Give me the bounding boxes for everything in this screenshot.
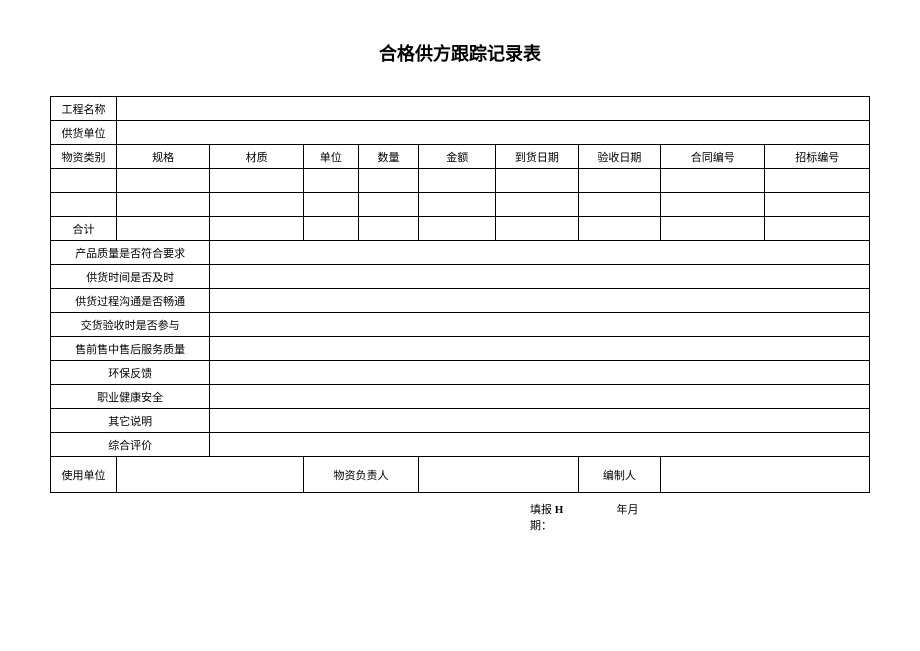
table-cell — [765, 217, 870, 241]
table-cell — [51, 169, 117, 193]
fill-label-2: 期： — [530, 517, 552, 533]
supplier-label: 供货单位 — [51, 121, 117, 145]
bid-no-label: 招标编号 — [765, 145, 870, 169]
fill-date-line: 填报 H 年月 期： — [50, 501, 870, 533]
table-cell — [210, 169, 303, 193]
unit-label: 单位 — [303, 145, 358, 169]
table-cell — [303, 169, 358, 193]
use-unit-label: 使用单位 — [51, 457, 117, 493]
q4-value — [210, 313, 870, 337]
table-cell — [419, 193, 496, 217]
table-cell — [661, 193, 765, 217]
q1-label: 产品质量是否符合要求 — [51, 241, 210, 265]
table-cell — [765, 169, 870, 193]
spec-label: 规格 — [116, 145, 209, 169]
preparer-label: 编制人 — [578, 457, 660, 493]
qty-label: 数量 — [358, 145, 418, 169]
table-cell — [419, 169, 496, 193]
category-label: 物资类别 — [51, 145, 117, 169]
table-cell — [419, 217, 496, 241]
q4-label: 交货验收时是否参与 — [51, 313, 210, 337]
q6-label: 环保反馈 — [51, 361, 210, 385]
amount-label: 金额 — [419, 145, 496, 169]
table-cell — [116, 169, 209, 193]
table-cell — [578, 169, 660, 193]
q9-value — [210, 433, 870, 457]
q6-value — [210, 361, 870, 385]
q9-label: 综合评价 — [51, 433, 210, 457]
arrival-date-label: 到货日期 — [496, 145, 578, 169]
table-cell — [578, 217, 660, 241]
table-cell — [661, 169, 765, 193]
q2-value — [210, 265, 870, 289]
project-name-value — [116, 97, 869, 121]
material-person-value — [419, 457, 578, 493]
preparer-value — [661, 457, 870, 493]
table-cell — [51, 193, 117, 217]
table-cell — [116, 193, 209, 217]
table-cell — [116, 217, 209, 241]
q1-value — [210, 241, 870, 265]
table-cell — [496, 193, 578, 217]
q3-label: 供货过程沟通是否畅通 — [51, 289, 210, 313]
project-name-label: 工程名称 — [51, 97, 117, 121]
fill-h: H — [555, 504, 585, 516]
table-cell — [358, 217, 418, 241]
table-cell — [210, 217, 303, 241]
form-title: 合格供方跟踪记录表 — [50, 40, 870, 66]
fill-ym: 年月 — [588, 501, 668, 517]
table-cell — [496, 169, 578, 193]
q7-label: 职业健康安全 — [51, 385, 210, 409]
q2-label: 供货时间是否及时 — [51, 265, 210, 289]
contract-no-label: 合同编号 — [661, 145, 765, 169]
fill-label-1: 填报 — [530, 501, 552, 517]
total-label: 合计 — [51, 217, 117, 241]
table-cell — [303, 193, 358, 217]
q8-label: 其它说明 — [51, 409, 210, 433]
q3-value — [210, 289, 870, 313]
table-cell — [765, 193, 870, 217]
table-cell — [358, 193, 418, 217]
q8-value — [210, 409, 870, 433]
table-cell — [661, 217, 765, 241]
table-cell — [303, 217, 358, 241]
table-cell — [496, 217, 578, 241]
accept-date-label: 验收日期 — [578, 145, 660, 169]
q5-value — [210, 337, 870, 361]
material-label: 材质 — [210, 145, 303, 169]
material-person-label: 物资负责人 — [303, 457, 418, 493]
supplier-value — [116, 121, 869, 145]
use-unit-value — [116, 457, 303, 493]
q5-label: 售前售中售后服务质量 — [51, 337, 210, 361]
table-cell — [210, 193, 303, 217]
table-cell — [578, 193, 660, 217]
table-cell — [358, 169, 418, 193]
q7-value — [210, 385, 870, 409]
main-table: 工程名称 供货单位 物资类别 规格 材质 单位 数量 金额 到货日期 验收日期 … — [50, 96, 870, 493]
